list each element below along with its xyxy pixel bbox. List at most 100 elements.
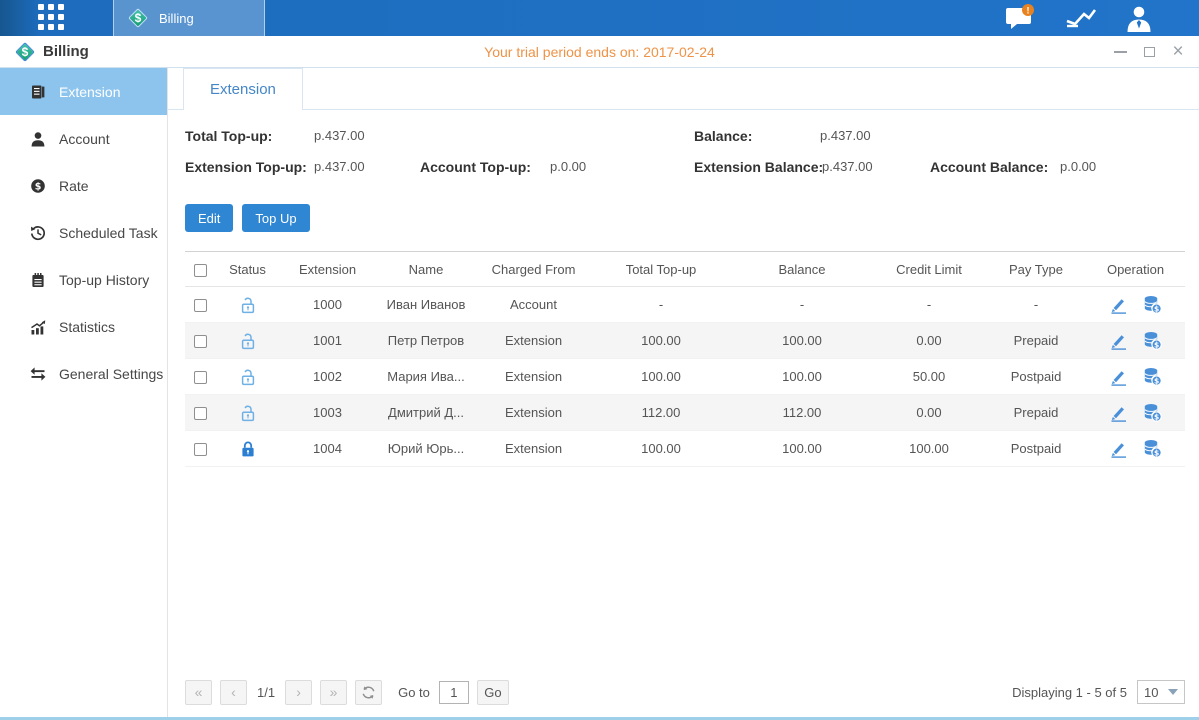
minimize-icon[interactable]: [1113, 45, 1127, 59]
extension-balance-label: Extension Balance:: [694, 159, 823, 175]
edit-pencil-icon[interactable]: [1109, 332, 1128, 350]
extension-cell: 1001: [280, 323, 375, 359]
sidebar-item-rate[interactable]: $ Rate: [0, 162, 167, 209]
extension-topup-label: Extension Top-up:: [185, 159, 307, 175]
sidebar-item-scheduled-task[interactable]: Scheduled Task: [0, 209, 167, 256]
apps-grid-icon[interactable]: [38, 4, 66, 32]
row-checkbox[interactable]: [194, 335, 207, 348]
messages-icon[interactable]: !: [1005, 4, 1037, 32]
go-button[interactable]: Go: [477, 680, 509, 705]
statistics-icon[interactable]: [1064, 6, 1098, 30]
operation-cell: $: [1086, 431, 1185, 466]
pay-type-cell: Prepaid: [986, 323, 1086, 359]
topup-coins-icon[interactable]: $: [1143, 367, 1163, 386]
account-topup-label: Account Top-up:: [420, 159, 531, 175]
extension-icon: [30, 84, 46, 100]
tab-extension[interactable]: Extension: [183, 68, 303, 110]
col-extension: Extension: [280, 252, 375, 287]
pay-type-cell: Postpaid: [986, 431, 1086, 467]
goto-page-input[interactable]: [439, 681, 469, 704]
extension-cell: 1004: [280, 431, 375, 467]
account-icon: [30, 131, 46, 147]
topup-coins-icon[interactable]: $: [1143, 403, 1163, 422]
window-title: Billing: [43, 43, 89, 60]
sidebar-item-extension[interactable]: Extension: [0, 68, 167, 115]
refresh-icon[interactable]: [355, 680, 382, 705]
select-all-checkbox[interactable]: [194, 264, 207, 277]
first-page-button[interactable]: «: [185, 680, 212, 705]
edit-pencil-icon[interactable]: [1109, 440, 1128, 458]
charged-from-cell: Extension: [477, 323, 590, 359]
titlebar: $ Billing Your trial period ends on: 201…: [0, 36, 1199, 68]
table-header-row: Status Extension Name Charged From Total…: [185, 252, 1185, 287]
page-size-value: 10: [1144, 685, 1158, 700]
table-row: 1002 Мария Ива... Extension 100.00 100.0…: [185, 359, 1185, 395]
svg-text:$: $: [35, 181, 42, 192]
balance-cell: 100.00: [732, 323, 872, 359]
row-checkbox[interactable]: [194, 407, 207, 420]
last-page-button[interactable]: »: [320, 680, 347, 705]
unlocked-icon: [239, 332, 257, 350]
chevron-down-icon: [1168, 689, 1178, 695]
main-content: Extension Total Top-up: p.437.00 Balance…: [168, 68, 1199, 717]
topup-coins-icon[interactable]: $: [1143, 295, 1163, 314]
credit-limit-cell: -: [872, 287, 986, 323]
extension-table-body: 1000 Иван Иванов Account - - - -: [185, 287, 1185, 467]
col-pay-type: Pay Type: [986, 252, 1086, 287]
edit-pencil-icon[interactable]: [1109, 296, 1128, 314]
prev-page-button[interactable]: ‹: [220, 680, 247, 705]
col-charged-from: Charged From: [477, 252, 590, 287]
locked-icon: [239, 440, 257, 458]
sidebar-item-statistics[interactable]: Statistics: [0, 303, 167, 350]
next-page-button[interactable]: ›: [285, 680, 312, 705]
name-cell: Юрий Юрь...: [375, 431, 477, 467]
extension-table: Status Extension Name Charged From Total…: [185, 251, 1185, 467]
user-icon[interactable]: [1125, 5, 1153, 32]
topup-coins-icon[interactable]: $: [1143, 331, 1163, 350]
row-checkbox[interactable]: [194, 443, 207, 456]
sidebar-item-general-settings[interactable]: General Settings: [0, 350, 167, 397]
page-size-dropdown[interactable]: 10: [1137, 680, 1185, 704]
operation-cell: $: [1086, 395, 1185, 430]
charged-from-cell: Account: [477, 287, 590, 323]
billing-diamond-icon: $: [127, 7, 149, 29]
balance-value: p.437.00: [820, 128, 871, 143]
goto-label: Go to: [398, 685, 430, 700]
close-icon[interactable]: ×: [1171, 45, 1185, 59]
table-row: 1004 Юрий Юрь... Extension 100.00 100.00…: [185, 431, 1185, 467]
row-checkbox[interactable]: [194, 299, 207, 312]
trial-notice: Your trial period ends on: 2017-02-24: [0, 44, 1199, 60]
sidebar-item-account[interactable]: Account: [0, 115, 167, 162]
balance-cell: 112.00: [732, 395, 872, 431]
row-checkbox[interactable]: [194, 371, 207, 384]
sidebar-item-label: Extension: [59, 84, 120, 100]
rate-icon: $: [30, 178, 46, 194]
sidebar-item-topup-history[interactable]: Top-up History: [0, 256, 167, 303]
col-credit-limit: Credit Limit: [872, 252, 986, 287]
edit-pencil-icon[interactable]: [1109, 404, 1128, 422]
operation-cell: $: [1086, 287, 1185, 322]
extension-cell: 1003: [280, 395, 375, 431]
credit-limit-cell: 100.00: [872, 431, 986, 467]
app-tab-billing[interactable]: $ Billing: [113, 0, 265, 36]
action-buttons: Edit Top Up: [185, 204, 1199, 232]
general-settings-icon: [30, 366, 46, 382]
statistics-icon: [30, 319, 46, 335]
edit-button[interactable]: Edit: [185, 204, 233, 232]
app-tab-label: Billing: [159, 11, 194, 26]
sidebar-item-label: Top-up History: [59, 272, 149, 288]
topup-coins-icon[interactable]: $: [1143, 439, 1163, 458]
extension-topup-value: p.437.00: [314, 159, 365, 174]
billing-app-window: $ Billing !: [0, 0, 1199, 720]
topup-history-icon: [30, 272, 46, 288]
account-balance-value: p.0.00: [1060, 159, 1096, 174]
topbar: $ Billing !: [0, 0, 1199, 36]
top-up-button[interactable]: Top Up: [242, 204, 309, 232]
operation-cell: $: [1086, 359, 1185, 394]
maximize-icon[interactable]: [1142, 45, 1156, 59]
summary-panel: Total Top-up: p.437.00 Balance: p.437.00…: [168, 126, 1199, 190]
billing-diamond-icon: $: [14, 41, 36, 63]
extension-table-wrap: Status Extension Name Charged From Total…: [185, 251, 1185, 467]
edit-pencil-icon[interactable]: [1109, 368, 1128, 386]
tab-strip: Extension: [168, 68, 1199, 110]
